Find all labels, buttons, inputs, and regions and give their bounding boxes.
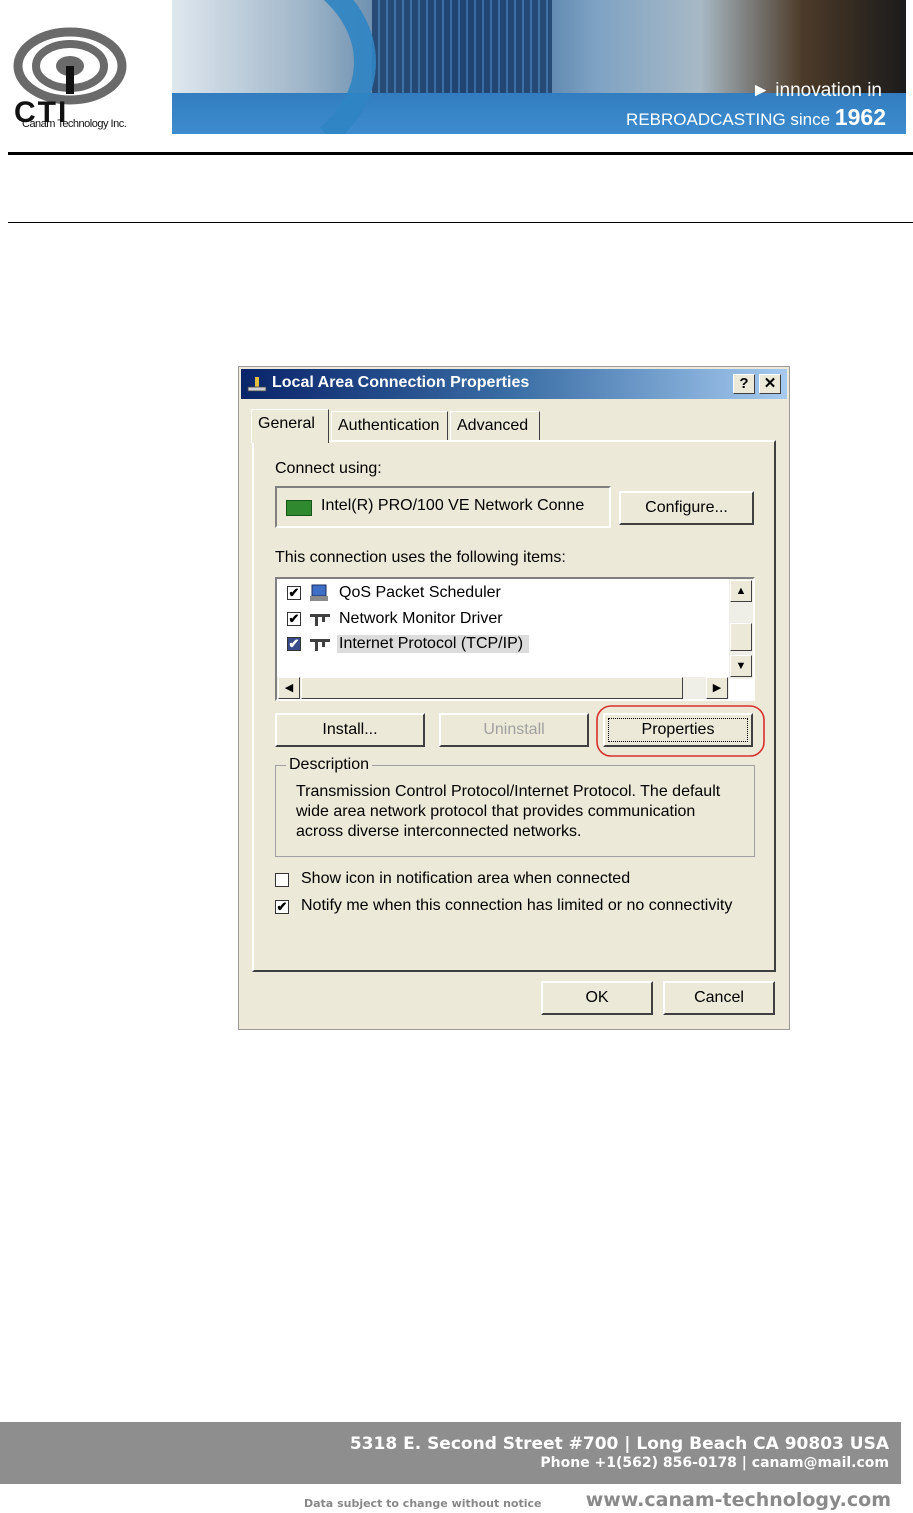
adapter-name: Intel(R) PRO/100 VE Network Conne [321, 497, 585, 514]
show-icon-label: Show icon in notification area when conn… [301, 870, 631, 887]
scroll-up-arrow-icon[interactable]: ▲ [730, 580, 752, 602]
horizontal-scroll-thumb[interactable] [301, 677, 683, 699]
network-card-icon [286, 500, 312, 516]
banner-tagline-text: REBROADCASTING since [626, 110, 831, 129]
notify-label: Notify me when this connection has limit… [301, 897, 733, 914]
checkbox-qos[interactable]: ✔ [287, 586, 301, 600]
close-button[interactable]: ✕ [759, 374, 781, 394]
header-banner: ► innovation in REBROADCASTING since 196… [172, 0, 906, 134]
horizontal-scrollbar[interactable]: ◀ ▶ [277, 677, 729, 699]
section-divider [8, 222, 913, 223]
tab-authentication[interactable]: Authentication [331, 411, 448, 441]
uninstall-button[interactable]: Uninstall [439, 713, 589, 747]
item-label-netmon: Network Monitor Driver [339, 610, 503, 627]
cancel-button[interactable]: Cancel [663, 981, 775, 1015]
banner-year: 1962 [834, 104, 886, 130]
scheduler-icon [310, 584, 328, 601]
description-group: Description Transmission Control Protoco… [275, 756, 755, 857]
tab-advanced[interactable]: Advanced [450, 411, 540, 441]
checkbox-tcpip[interactable]: ✔ [287, 637, 301, 651]
items-label: This connection uses the following items… [275, 549, 566, 566]
network-protocol-icon [310, 639, 330, 651]
properties-button-label: Properties [608, 718, 748, 742]
components-list[interactable]: ✔ QoS Packet Scheduler ✔ Network Monitor… [275, 577, 755, 701]
properties-button[interactable]: Properties [603, 713, 753, 747]
footer-contact: Phone +1(562) 856-0178 | canam@mail.com [540, 1455, 889, 1471]
help-button[interactable]: ? [733, 374, 755, 394]
footer-website-link[interactable]: www.canam-technology.com [586, 1489, 891, 1511]
banner-tagline: REBROADCASTING since 1962 [626, 104, 886, 131]
description-text: Transmission Control Protocol/Internet P… [296, 783, 721, 840]
scroll-left-arrow-icon[interactable]: ◀ [278, 677, 300, 699]
install-button[interactable]: Install... [275, 713, 425, 747]
adapter-field: Intel(R) PRO/100 VE Network Conne [275, 486, 611, 528]
properties-dialog: Local Area Connection Properties ? ✕ Aut… [238, 366, 790, 1030]
item-label-qos: QoS Packet Scheduler [339, 584, 501, 601]
banner-innovation-text: ► innovation in [751, 80, 882, 101]
header-divider [8, 152, 913, 155]
connect-using-label: Connect using: [275, 460, 382, 477]
description-legend: Description [286, 756, 373, 774]
scroll-down-arrow-icon[interactable]: ▼ [730, 655, 752, 677]
footer-notice: Data subject to change without notice [304, 1497, 542, 1510]
show-icon-checkbox[interactable] [275, 873, 289, 887]
banner-building-image [372, 0, 552, 93]
footer-address: 5318 E. Second Street #700 | Long Beach … [349, 1434, 889, 1454]
scroll-right-arrow-icon[interactable]: ▶ [706, 677, 728, 699]
dialog-titlebar[interactable]: Local Area Connection Properties ? ✕ [241, 369, 787, 399]
dialog-title: Local Area Connection Properties [272, 374, 530, 391]
tab-general[interactable]: General [251, 409, 329, 443]
vertical-scrollbar[interactable]: ▲ ▼ [729, 579, 753, 679]
checkbox-netmon[interactable]: ✔ [287, 612, 301, 626]
network-connection-icon [247, 377, 267, 392]
notify-checkbox[interactable]: ✔ [275, 900, 289, 914]
vertical-scroll-thumb[interactable] [730, 623, 752, 651]
network-protocol-icon [310, 614, 330, 626]
configure-button[interactable]: Configure... [619, 491, 754, 525]
logo-subtitle: Canam Technology Inc. [22, 118, 127, 130]
banner-swoosh [172, 0, 376, 134]
item-label-tcpip: Internet Protocol (TCP/IP) [337, 635, 530, 653]
ok-button[interactable]: OK [541, 981, 653, 1015]
